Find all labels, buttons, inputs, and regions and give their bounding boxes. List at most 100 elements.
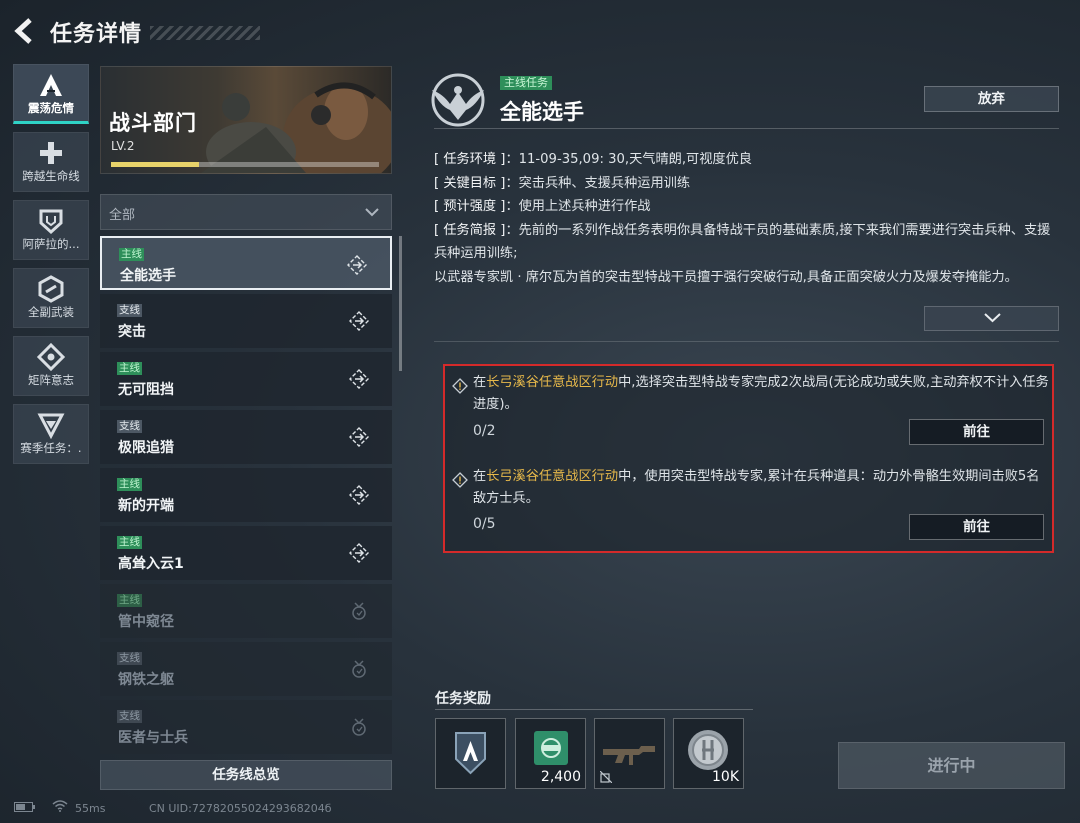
alert-diamond-icon [452, 378, 468, 394]
info-briefing-extra: 以武器专家凯 · 席尔瓦为首的突击型特战干员擅于强行突破行动,具备正面突破火力及… [434, 269, 1018, 285]
in-progress-status-button: 进行中 [838, 742, 1065, 789]
task-type-tag: 主线 [117, 362, 142, 375]
category-tab-3[interactable]: 全副武装 [13, 268, 89, 328]
unlinked-icon [600, 771, 612, 783]
reward-item-agency-shield[interactable] [435, 718, 506, 789]
category-tab-1[interactable]: 跨越生命线 [13, 132, 89, 192]
chevron-down-icon [984, 313, 1001, 323]
task-list-item[interactable]: 支线 钢铁之躯 [100, 642, 392, 696]
task-name: 极限追猎 [118, 440, 174, 456]
divider [435, 709, 753, 710]
info-value: ：11-09-35,09: 30,天气晴朗,可视度优良 [505, 152, 752, 167]
task-list-item[interactable]: 主线 新的开端 [100, 468, 392, 522]
goto-button[interactable]: 前往 [909, 514, 1044, 540]
hexagon-link-icon [38, 275, 64, 303]
category-label: 赛季任务：. [20, 441, 82, 455]
info-key: [ 关键目标 ] [434, 175, 506, 191]
objectives-panel: 在长弓溪谷任意战区行动中,选择突击型特战专家完成2次战局(无论成功或失败,主动弃… [443, 364, 1054, 553]
operator-portrait-image [201, 82, 391, 173]
task-list-item[interactable]: 主线 全能选手 [100, 236, 392, 290]
navigate-diamond-icon [349, 311, 369, 331]
navigate-diamond-icon [349, 427, 369, 447]
task-name: 钢铁之躯 [118, 672, 174, 688]
task-list-scrollbar[interactable] [399, 236, 402, 371]
objective-progress: 0/2 [473, 423, 496, 439]
divider [434, 128, 1059, 129]
department-banner: 战斗部门 LV.2 [100, 66, 392, 174]
task-type-tag: 主线 [117, 594, 142, 607]
department-level: LV.2 [111, 139, 135, 153]
info-row-environment: [ 任务环境 ]：11-09-35,09: 30,天气晴朗,可视度优良 [434, 148, 1059, 172]
reward-item-rifle[interactable] [594, 718, 665, 789]
locked-medal-icon [352, 718, 366, 736]
navigate-diamond-icon [349, 485, 369, 505]
battery-icon [14, 802, 35, 812]
header-bar: 任务详情 [0, 0, 1080, 62]
navigate-diamond-icon [349, 543, 369, 563]
goto-button[interactable]: 前往 [909, 419, 1044, 445]
category-label: 震荡危情 [28, 101, 74, 115]
category-tab-5[interactable]: 赛季任务：. [13, 404, 89, 464]
objective-item: 在长弓溪谷任意战区行动中,选择突击型特战专家完成2次战局(无论成功或失败,主动弃… [445, 368, 1052, 458]
info-value: ：先前的一系列作战任务表明你具备特战干员的基础素质,接下来我们需要进行突击兵种、… [434, 222, 1051, 262]
back-button[interactable] [10, 16, 40, 46]
task-filter-select[interactable]: 全部 [100, 194, 392, 230]
task-name: 新的开端 [118, 498, 174, 514]
task-type-tag: 支线 [117, 652, 142, 665]
task-list-item[interactable]: 支线 突击 [100, 294, 392, 348]
objective-prefix: 在 [473, 375, 487, 390]
reward-quantity: 2,400 [540, 769, 581, 785]
rewards-heading: 任务奖励 [435, 691, 491, 707]
task-name: 无可阻挡 [118, 382, 174, 398]
task-name: 管中窥径 [118, 614, 174, 630]
navigate-diamond-icon [347, 255, 367, 275]
category-tab-0[interactable]: 震荡危情 [13, 64, 89, 124]
info-key: [ 任务环境 ] [434, 152, 506, 167]
divider [434, 341, 1059, 342]
locked-medal-icon [352, 660, 366, 678]
task-name: 全能选手 [120, 268, 176, 284]
reward-item-coins[interactable]: 10K [673, 718, 744, 789]
mission-title: 全能选手 [500, 100, 584, 124]
category-tab-2[interactable]: 阿萨拉的... [13, 200, 89, 260]
category-tab-4[interactable]: 矩阵意志 [13, 336, 89, 396]
task-type-tag: 主线 [119, 248, 144, 261]
info-key: [ 任务简报 ] [434, 222, 506, 238]
ping-value: 55ms [75, 802, 106, 815]
level-progress-fill [111, 162, 199, 167]
info-value: ：突击兵种、支援兵种运用训练 [505, 175, 691, 191]
agency-logo-icon [40, 74, 62, 96]
reward-item-cash[interactable]: 2,400 [515, 718, 586, 789]
agency-shield-icon [455, 732, 486, 775]
taskline-overview-button[interactable]: 任务线总览 [100, 760, 392, 790]
task-type-tag: 支线 [117, 710, 142, 723]
eagle-emblem-icon [431, 73, 485, 127]
objective-location[interactable]: 长弓溪谷任意战区行动 [486, 469, 618, 484]
task-type-tag: 支线 [117, 304, 142, 317]
task-list-item[interactable]: 主线 高耸入云1 [100, 526, 392, 580]
system-status-bar: 55ms CN UID:7278205502429368204б [14, 800, 332, 815]
category-label: 矩阵意志 [28, 373, 74, 387]
reward-quantity: 10K [712, 769, 739, 785]
medical-cross-icon [40, 142, 62, 164]
expand-info-button[interactable] [924, 306, 1059, 331]
diamond-matrix-icon [36, 343, 66, 371]
objective-item: 在长弓溪谷任意战区行动中，使用突击型特战专家,累计在兵种道具：动力外骨骼生效期间… [445, 462, 1052, 552]
objective-location[interactable]: 长弓溪谷任意战区行动 [486, 375, 618, 390]
filter-selected-value: 全部 [109, 208, 136, 223]
info-row-intensity: [ 预计强度 ]：使用上述兵种进行作战 [434, 195, 1059, 219]
abandon-button[interactable]: 放弃 [924, 86, 1059, 112]
info-key: [ 预计强度 ] [434, 199, 506, 214]
user-uid: CN UID:7278205502429368204б [148, 802, 332, 815]
triangle-season-icon [37, 413, 65, 439]
category-label: 阿萨拉的... [22, 237, 80, 251]
chevron-down-icon [365, 208, 379, 217]
task-list-item[interactable]: 主线 无可阻挡 [100, 352, 392, 406]
task-list-item[interactable]: 主线 管中窥径 [100, 584, 392, 638]
task-list-item[interactable]: 支线 极限追猎 [100, 410, 392, 464]
shield-badge-icon [39, 209, 63, 235]
level-progress-bar [111, 162, 379, 167]
task-type-tag: 主线 [117, 536, 142, 549]
task-list-item[interactable]: 支线 医者与士兵 [100, 700, 392, 754]
title-decoration [150, 26, 260, 40]
